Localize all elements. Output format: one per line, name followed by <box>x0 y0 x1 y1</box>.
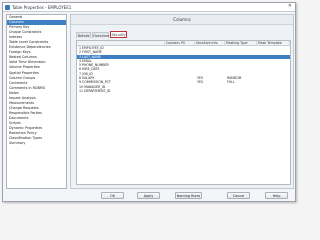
tab-security[interactable]: Security <box>110 31 127 38</box>
naming-rules-button[interactable]: Naming Rules <box>175 192 202 199</box>
cancel-button[interactable]: Cancel <box>227 192 250 199</box>
columns-security-grid: Contains PII Sensitive Info Masking Type… <box>76 40 291 185</box>
tab-overview[interactable]: Overview <box>92 32 109 38</box>
title-bar: Table Properties - EMPLOYEE1 ✕ <box>3 3 295 12</box>
ok-button[interactable]: OK <box>101 192 124 199</box>
apply-button[interactable]: Apply <box>137 192 160 199</box>
panel-title: Columns <box>71 15 293 25</box>
help-button[interactable]: Help <box>265 192 288 199</box>
window-title: Table Properties - EMPLOYEE1 <box>12 5 72 10</box>
table-properties-window: Table Properties - EMPLOYEE1 ✕ General Co… <box>2 2 296 202</box>
grid-body: 1 EMPLOYEE_ID 2 FIRST_NAME 3 LAST_NAME 4 EM… <box>77 46 290 93</box>
properties-nav-list: General Columns Primary Key Unique Constrai… <box>6 14 67 189</box>
app-icon <box>5 5 10 10</box>
tab-details[interactable]: Details <box>76 32 91 38</box>
table-row[interactable]: 11 DEPARTMENT_ID <box>77 89 290 93</box>
close-icon[interactable]: ✕ <box>288 3 292 9</box>
dialog-footer: OK Apply Naming Rules Cancel Help <box>3 191 295 202</box>
sidebar-item-summary[interactable]: Summary <box>7 141 66 146</box>
cell-column-name[interactable]: 11 DEPARTMENT_ID <box>78 89 110 93</box>
columns-panel: Columns Details Overview Security Contai… <box>70 14 294 189</box>
